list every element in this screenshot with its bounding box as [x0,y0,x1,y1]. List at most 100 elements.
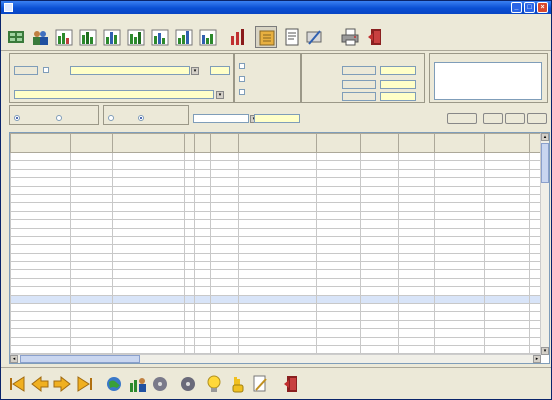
table-cell[interactable] [484,193,530,204]
table-cell[interactable] [210,168,239,179]
table-cell[interactable] [360,177,399,187]
table-cell[interactable] [316,344,361,355]
filter-checkbox[interactable] [43,67,49,73]
table-cell[interactable] [238,344,317,355]
table-cell[interactable] [398,261,435,271]
table-cell[interactable] [184,168,195,179]
table-cell[interactable] [398,286,435,296]
table-cell[interactable] [10,202,71,212]
table-cell[interactable] [398,202,435,212]
table-cell[interactable] [238,336,317,347]
table-cell[interactable] [484,328,530,338]
table-cell[interactable] [316,294,361,305]
table-cell[interactable] [112,261,185,271]
table-cell[interactable] [398,277,435,288]
action-button[interactable] [447,113,477,124]
scroll-left-arrow[interactable]: ◂ [10,355,18,363]
table-cell[interactable] [360,185,399,195]
table-cell[interactable] [316,252,361,263]
table-cell[interactable] [184,227,195,237]
table-cell[interactable] [398,344,435,355]
table-row[interactable] [10,177,542,187]
table-cell[interactable] [70,177,113,187]
table-cell[interactable] [194,151,211,162]
table-cell[interactable] [70,294,113,305]
table-cell[interactable] [184,286,195,296]
table-cell[interactable] [210,328,239,338]
table-row[interactable] [10,244,542,254]
minimize-button[interactable]: _ [511,2,522,13]
table-cell[interactable] [184,210,195,221]
table-cell[interactable] [360,202,399,212]
printer-icon[interactable] [339,26,361,48]
chart-icon[interactable] [197,26,219,48]
table-cell[interactable] [434,328,485,338]
table-cell[interactable] [210,311,239,321]
table-cell[interactable] [194,261,211,271]
next-record-icon[interactable] [51,373,73,395]
table-row[interactable] [10,336,542,347]
table-cell[interactable] [210,185,239,195]
table-cell[interactable] [10,168,71,179]
table-cell[interactable] [184,151,195,162]
table-cell[interactable] [238,303,317,313]
supplier-field[interactable] [14,90,214,99]
table-cell[interactable] [316,202,361,212]
table-cell[interactable] [434,294,485,305]
table-cell[interactable] [210,235,239,246]
table-cell[interactable] [484,344,530,355]
scroll-up-arrow[interactable]: ▴ [541,133,549,141]
table-cell[interactable] [316,286,361,296]
table-cell[interactable] [210,294,239,305]
table-cell[interactable] [10,336,71,347]
client-dropdown-button[interactable]: ▾ [191,67,199,75]
documents-grid[interactable]: ▴ ▾ ◂ ▸ [9,132,550,364]
table-cell[interactable] [238,168,317,179]
table-cell[interactable] [398,319,435,330]
table-row[interactable] [10,185,542,195]
table-cell[interactable] [210,177,239,187]
table-row[interactable] [10,193,542,204]
table-cell[interactable] [238,252,317,263]
table-cell[interactable] [210,277,239,288]
table-cell[interactable] [398,185,435,195]
table-row[interactable] [10,303,542,313]
table-cell[interactable] [484,168,530,179]
table-cell[interactable] [398,210,435,221]
table-cell[interactable] [10,252,71,263]
table-cell[interactable] [210,252,239,263]
table-cell[interactable] [398,193,435,204]
table-cell[interactable] [70,160,113,170]
table-cell[interactable] [238,160,317,170]
table-cell[interactable] [10,294,71,305]
table-cell[interactable] [484,151,530,162]
table-cell[interactable] [434,219,485,229]
maximize-button[interactable]: □ [524,2,535,13]
table-cell[interactable] [434,227,485,237]
table-cell[interactable] [360,210,399,221]
table-cell[interactable] [360,151,399,162]
table-cell[interactable] [210,286,239,296]
table-cell[interactable] [10,219,71,229]
horizontal-scroll-thumb[interactable] [20,355,140,363]
table-cell[interactable] [398,151,435,162]
table-cell[interactable] [194,235,211,246]
table-cell[interactable] [484,235,530,246]
calculator-button[interactable] [483,113,503,124]
table-cell[interactable] [316,311,361,321]
table-cell[interactable] [112,344,185,355]
table-cell[interactable] [70,168,113,179]
first-record-icon[interactable] [7,373,29,395]
table-cell[interactable] [184,193,195,204]
table-cell[interactable] [194,168,211,179]
table-cell[interactable] [398,311,435,321]
table-cell[interactable] [238,244,317,254]
type-radio-1[interactable] [14,115,20,121]
table-cell[interactable] [398,219,435,229]
table-cell[interactable] [316,193,361,204]
table-cell[interactable] [434,177,485,187]
table-cell[interactable] [70,193,113,204]
table-cell[interactable] [360,252,399,263]
chart-people-icon[interactable] [127,373,149,395]
table-cell[interactable] [434,151,485,162]
